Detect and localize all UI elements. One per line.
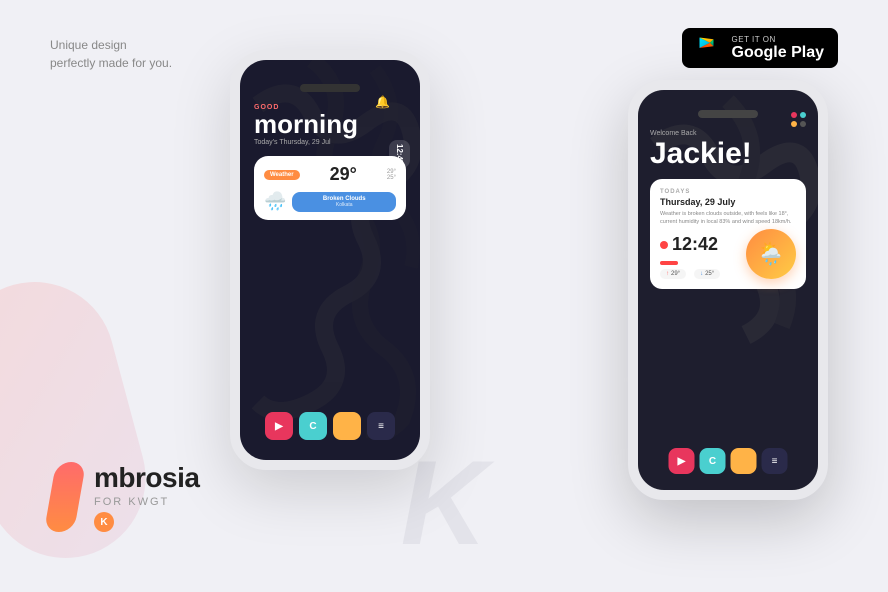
time-pill: 12:47 bbox=[389, 140, 410, 168]
today-date: Thursday, 29 July bbox=[660, 197, 796, 207]
phone-notch-right bbox=[698, 110, 758, 118]
dot-red bbox=[791, 112, 797, 118]
brand-area: mbrosia FOR KWGT K bbox=[50, 462, 199, 532]
google-play-main: Google Play bbox=[732, 44, 824, 62]
up-arrow: ↑ bbox=[666, 271, 669, 277]
dots-row-1 bbox=[791, 112, 806, 118]
app-dock-right: ▶ C ≡ bbox=[669, 448, 788, 474]
phone-right: Welcome Back Jackie! TODAYS Thursday, 29… bbox=[628, 80, 828, 500]
broken-clouds-button[interactable]: Broken Clouds Kolkata bbox=[292, 192, 396, 212]
phone-left-content: 🔔 GOOD morning Today's Thursday, 29 Jul … bbox=[240, 60, 420, 244]
down-arrow: ↓ bbox=[700, 271, 703, 277]
temperature-main: 29° bbox=[330, 164, 357, 185]
tagline-line2: perfectly made for you. bbox=[50, 54, 172, 72]
brand-sub: FOR KWGT bbox=[94, 496, 199, 508]
phone-notch bbox=[300, 84, 360, 92]
google-play-badge[interactable]: GeT IT ON Google Play bbox=[682, 28, 838, 68]
cloud-icon: 🌧️ bbox=[264, 191, 286, 212]
app-icon-c[interactable]: C bbox=[299, 412, 327, 440]
dots-row-2 bbox=[791, 121, 806, 127]
brand-k-badge: K bbox=[94, 512, 114, 532]
app-icon-dark[interactable]: ≡ bbox=[367, 412, 395, 440]
notification-icon[interactable]: 🔔 bbox=[375, 95, 390, 109]
tagline-line1: Unique design bbox=[50, 36, 172, 54]
google-play-text: GeT IT ON Google Play bbox=[732, 35, 824, 62]
brand-text-area: mbrosia FOR KWGT K bbox=[94, 462, 199, 532]
dot-teal bbox=[800, 112, 806, 118]
brand-slash bbox=[44, 462, 86, 532]
morning-title: morning bbox=[254, 111, 406, 137]
phone-left: 🔔 GOOD morning Today's Thursday, 29 Jul … bbox=[230, 50, 430, 470]
phone-right-screen: Welcome Back Jackie! TODAYS Thursday, 29… bbox=[638, 90, 818, 490]
app-icon-c-right[interactable]: C bbox=[700, 448, 726, 474]
google-play-icon bbox=[696, 34, 724, 62]
time-dot bbox=[660, 241, 668, 249]
big-time: 12:42 bbox=[672, 234, 718, 255]
temp-high-right: 29° bbox=[671, 271, 680, 277]
jackie-title: Jackie! bbox=[650, 139, 806, 169]
tagline: Unique design perfectly made for you. bbox=[50, 36, 172, 72]
temp-low-right: 25° bbox=[705, 271, 714, 277]
temp-badge-high: ↑ 29° bbox=[660, 269, 686, 279]
brand-name: mbrosia bbox=[94, 462, 199, 494]
google-play-pre: GeT IT ON bbox=[732, 35, 824, 44]
today-label: TODAYS bbox=[660, 189, 796, 195]
dots-menu[interactable] bbox=[791, 112, 806, 127]
today-desc: Weather is broken clouds outside, with f… bbox=[660, 211, 796, 226]
app-icon-dark-right[interactable]: ≡ bbox=[762, 448, 788, 474]
today-card: TODAYS Thursday, 29 July Weather is brok… bbox=[650, 179, 806, 289]
cloud-sub: Kolkata bbox=[300, 202, 388, 208]
app-icon-orange[interactable] bbox=[333, 412, 361, 440]
dot-orange bbox=[791, 121, 797, 127]
phone-right-content: Welcome Back Jackie! TODAYS Thursday, 29… bbox=[638, 90, 818, 303]
phone-left-screen: 🔔 GOOD morning Today's Thursday, 29 Jul … bbox=[240, 60, 420, 460]
temp-range: 29° 25° bbox=[387, 169, 396, 181]
dot-dark bbox=[800, 121, 806, 127]
welcome-back-text: Welcome Back bbox=[650, 130, 806, 137]
app-icon-r[interactable]: ▶ bbox=[265, 412, 293, 440]
temp-badge-low: ↓ 25° bbox=[694, 269, 720, 279]
date-label: Today's Thursday, 29 Jul bbox=[254, 139, 406, 146]
weather-card: Weather 29° 29° 25° 🌧️ Broken Clouds Kol… bbox=[254, 156, 406, 220]
app-dock-left: ▶ C ≡ bbox=[265, 412, 395, 440]
weather-badge: Weather bbox=[264, 170, 300, 180]
weather-bottom-row: 🌧️ Broken Clouds Kolkata bbox=[264, 191, 396, 212]
weather-top-row: Weather 29° 29° 25° bbox=[264, 164, 396, 185]
temp-low: 25° bbox=[387, 175, 396, 181]
app-icon-r-right[interactable]: ▶ bbox=[669, 448, 695, 474]
app-icon-orange-right[interactable] bbox=[731, 448, 757, 474]
red-dash bbox=[660, 261, 678, 265]
